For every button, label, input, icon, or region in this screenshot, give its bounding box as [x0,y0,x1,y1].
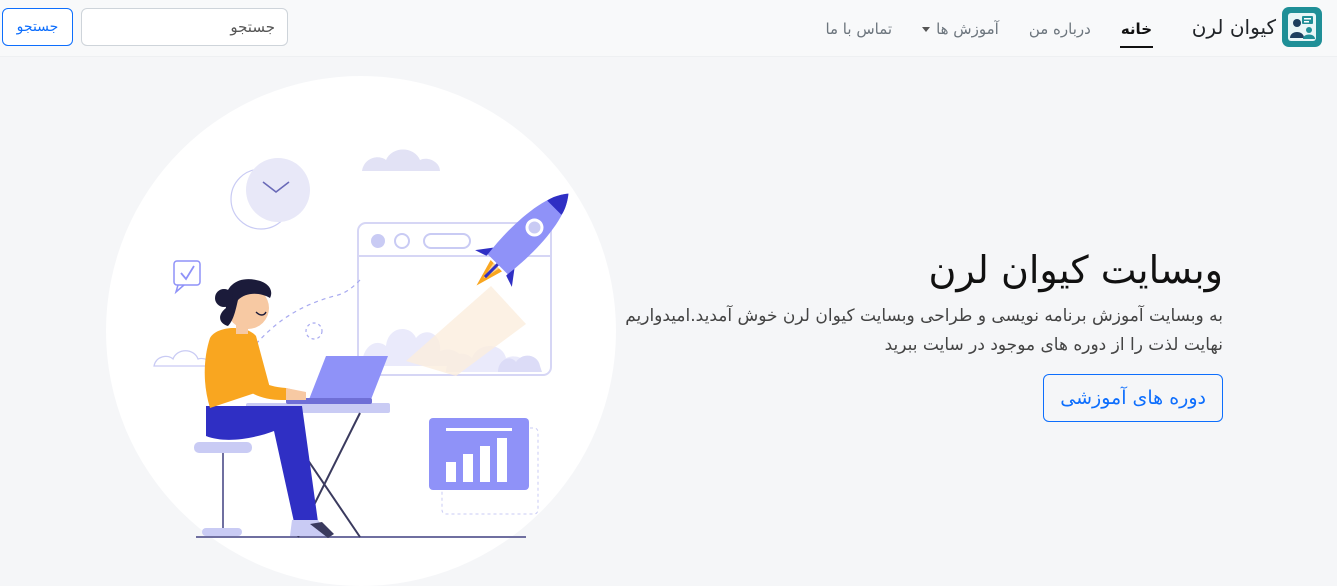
hero-description: به وبسایت آموزش برنامه نویسی و طراحی وبس… [625,306,1223,355]
brand[interactable]: کیوان لرن [1192,7,1322,47]
hero-illustration [106,76,616,586]
caret-down-icon [922,27,931,32]
nav-link-tutorials[interactable]: آموزش ها [907,0,1014,57]
search-button[interactable]: جستجو [2,8,73,46]
hero-title: وبسایت کیوان لرن [928,248,1223,292]
hero-section: وبسایت کیوان لرن به وبسایت آموزش برنامه … [0,66,1337,586]
nav-link-home[interactable]: خانه [1106,0,1167,57]
nav-link-tutorials-label: آموزش ها [936,19,999,38]
courses-button[interactable]: دوره های آموزشی [1043,374,1223,422]
nav-links: خانه درباره من آموزش ها تماس با ما [810,0,1167,57]
search-input[interactable] [81,8,288,46]
instructor-logo-icon [1282,7,1322,47]
nav-link-about[interactable]: درباره من [1014,0,1106,57]
brand-name: کیوان لرن [1191,15,1276,39]
hero-text: وبسایت کیوان لرن به وبسایت آموزش برنامه … [603,244,1223,422]
nav-link-contact[interactable]: تماس با ما [810,0,907,57]
navbar: کیوان لرن خانه درباره من آموزش ها تماس ب… [0,0,1337,57]
